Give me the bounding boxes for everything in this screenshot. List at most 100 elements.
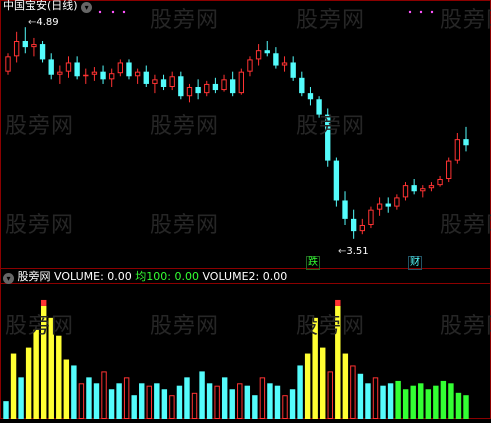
avg-volume-label: 均100: 0.00 <box>135 270 199 283</box>
volume-bar <box>395 380 401 419</box>
candle-body <box>100 71 106 80</box>
volume-bar <box>327 371 333 419</box>
volume-bar <box>139 383 145 419</box>
volume-bar <box>229 389 235 419</box>
candle-body <box>39 44 46 60</box>
volume-bar <box>199 371 205 419</box>
volume-bar <box>433 385 439 419</box>
marker-dot <box>111 10 115 14</box>
candle-body <box>446 160 452 180</box>
volume-bar <box>184 377 190 419</box>
candle-body <box>117 62 124 74</box>
candle-body <box>91 71 98 75</box>
volume-bar <box>161 389 168 419</box>
volume-bar <box>63 359 70 419</box>
volume2-label: VOLUME2: 0.00 <box>202 270 288 283</box>
volume-bar <box>40 305 47 419</box>
candle-body <box>65 62 72 72</box>
volume-bar <box>101 371 107 419</box>
candle-body <box>385 203 391 207</box>
candle-body <box>230 79 236 94</box>
volume-bar <box>108 389 115 419</box>
candle-body <box>325 114 331 161</box>
candle-body <box>221 79 227 91</box>
volume-bar <box>440 380 447 419</box>
volume-bar <box>93 383 100 419</box>
candle-body <box>402 185 409 198</box>
volume-bar <box>357 373 364 419</box>
volume-bar <box>3 401 9 419</box>
candle-body <box>204 83 210 94</box>
chevron-down-icon[interactable]: ▾ <box>3 273 14 284</box>
candle-body <box>307 93 314 100</box>
volume-bar <box>25 347 32 419</box>
candle-body <box>299 77 305 94</box>
candle-body <box>420 188 426 192</box>
volume-bar <box>154 383 160 419</box>
candle-body <box>31 44 37 48</box>
candle-body <box>350 218 357 232</box>
candle-body <box>238 71 244 94</box>
marker-dot <box>419 10 423 14</box>
candle-body <box>109 73 115 80</box>
candle-body <box>281 62 288 66</box>
candle-body <box>264 50 270 54</box>
volume-bar <box>448 383 454 419</box>
candle-body <box>186 87 193 97</box>
volume-bar <box>169 395 175 420</box>
candle-body <box>463 139 469 146</box>
volume-bar <box>320 347 326 419</box>
candle-body <box>255 50 262 60</box>
volume-bar <box>387 383 394 419</box>
candle-body <box>394 197 400 207</box>
symbol-title[interactable]: 中国宝安(日线) <box>3 0 78 12</box>
volume-bar <box>402 389 409 419</box>
volume-bar <box>267 383 273 419</box>
marker-dot <box>430 10 434 14</box>
volume-bar <box>48 317 54 419</box>
candle-body <box>368 209 374 226</box>
volume-bar <box>244 385 251 419</box>
top-panel-header: 中国宝安(日线) ▾ <box>3 0 93 13</box>
indicator-name[interactable]: 股旁网 <box>18 270 51 283</box>
volume-bar <box>380 385 386 419</box>
candle-body <box>48 59 54 75</box>
candle-body <box>195 87 201 94</box>
candle-body <box>169 76 175 88</box>
candle-body <box>428 185 435 189</box>
candle-body <box>411 185 417 192</box>
chart-canvas <box>0 0 491 420</box>
candle-body <box>83 74 89 77</box>
volume-bar <box>289 389 296 419</box>
candle-body <box>152 79 158 84</box>
signal-tag-cai: 财 <box>408 256 422 270</box>
volume-bar <box>418 383 424 419</box>
candle-body <box>247 59 253 72</box>
volume-label: VOLUME: 0.00 <box>54 270 132 283</box>
volume-bar <box>191 392 198 420</box>
volume-bar <box>365 383 371 419</box>
chevron-down-icon[interactable]: ▾ <box>81 2 93 13</box>
volume-bar <box>18 377 24 419</box>
candle-body <box>290 62 296 78</box>
volume-bar <box>33 329 39 419</box>
volume-bar <box>282 395 288 420</box>
candle-body <box>437 179 443 186</box>
panel-frame <box>0 0 491 419</box>
volume-bar <box>304 353 311 419</box>
volume-bar <box>78 383 85 419</box>
volume-bar <box>252 395 258 419</box>
volume-bar <box>56 335 62 419</box>
candle-body <box>74 62 80 77</box>
volume-bar <box>214 385 220 419</box>
volume-bar <box>259 377 266 420</box>
volume-bar <box>297 365 303 419</box>
volume-bar <box>335 305 341 419</box>
candle-body <box>178 76 184 97</box>
volume-bar <box>116 383 122 419</box>
volume-bar <box>463 395 469 419</box>
candle-body <box>333 160 340 201</box>
candle-body <box>134 71 141 77</box>
candle-body <box>126 62 132 77</box>
marker-dot <box>408 10 412 14</box>
